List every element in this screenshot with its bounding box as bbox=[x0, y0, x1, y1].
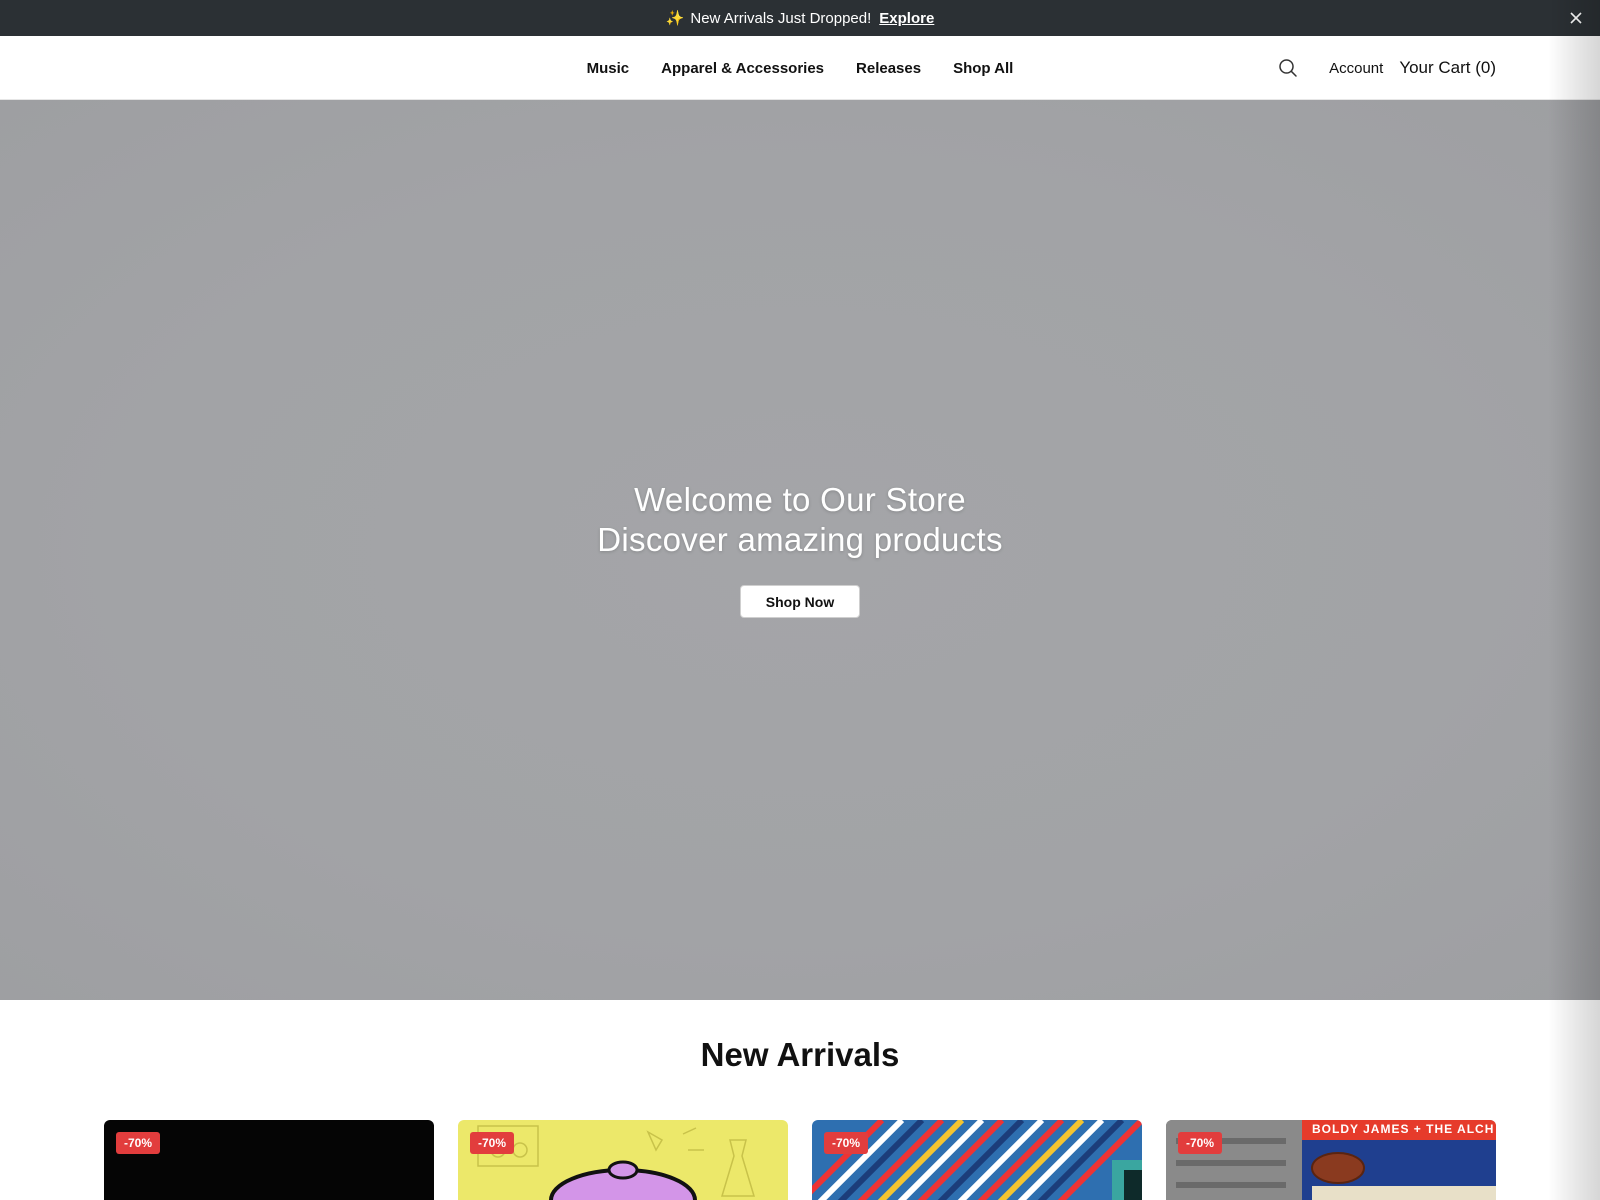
announcement-bar: ✨ New Arrivals Just Dropped! Explore bbox=[0, 0, 1600, 36]
cart-link[interactable]: Your Cart (0) bbox=[1399, 58, 1496, 78]
explore-link[interactable]: Explore bbox=[879, 10, 934, 27]
product-card[interactable]: -70% bbox=[104, 1120, 434, 1200]
shop-now-button[interactable]: Shop Now bbox=[740, 585, 860, 618]
discount-badge: -70% bbox=[824, 1132, 869, 1154]
product-card[interactable]: -70% bbox=[812, 1120, 1142, 1200]
new-arrivals-title: New Arrivals bbox=[700, 1036, 900, 1073]
hero-line-1: Welcome to Our Store bbox=[634, 481, 966, 518]
discount-badge: -70% bbox=[1178, 1132, 1223, 1154]
sparkles-icon: ✨ bbox=[665, 10, 685, 27]
discount-badge: -70% bbox=[116, 1132, 161, 1154]
search-icon[interactable] bbox=[1277, 57, 1299, 79]
product-card[interactable]: -70% bbox=[458, 1120, 788, 1200]
discount-badge: -70% bbox=[470, 1132, 515, 1154]
hero-heading: Welcome to Our Store Discover amazing pr… bbox=[0, 480, 1600, 560]
nav-item-shop-all[interactable]: Shop All bbox=[953, 60, 1013, 77]
header-actions: Account Your Cart (0) bbox=[1277, 36, 1496, 100]
nav-item-releases[interactable]: Releases bbox=[856, 60, 921, 77]
nav-item-apparel-accessories[interactable]: Apparel & Accessories bbox=[661, 60, 824, 77]
close-icon[interactable] bbox=[1566, 8, 1586, 28]
account-link[interactable]: Account bbox=[1329, 60, 1383, 77]
product-grid: -70% -70% -70% BOLDY JAMES + THE ALCH -7… bbox=[104, 1120, 1496, 1200]
site-header: Music Apparel & Accessories Releases Sho… bbox=[0, 36, 1600, 100]
product-card[interactable]: BOLDY JAMES + THE ALCH -70% bbox=[1166, 1120, 1496, 1200]
hero-line-2: Discover amazing products bbox=[597, 521, 1003, 558]
cover-title: BOLDY JAMES + THE ALCH bbox=[1312, 1122, 1495, 1136]
nav-item-music[interactable]: Music bbox=[587, 60, 630, 77]
announcement-message: New Arrivals Just Dropped! bbox=[690, 9, 872, 27]
